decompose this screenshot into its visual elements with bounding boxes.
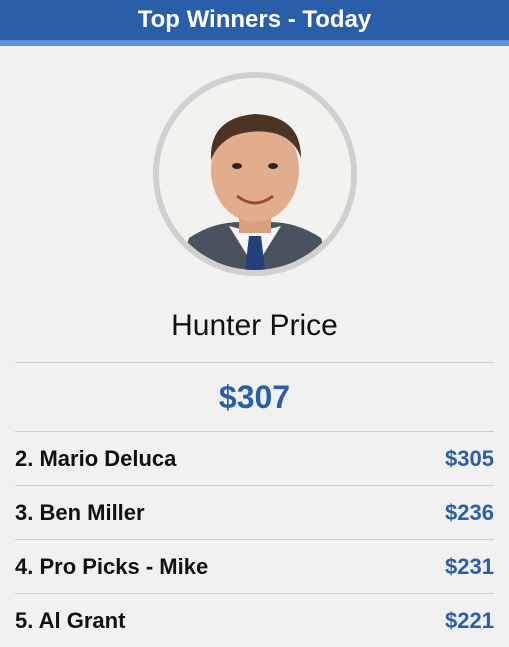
list-item[interactable]: 4. Pro Picks - Mike $231 xyxy=(15,539,494,593)
winner-name: Hunter Price xyxy=(171,309,338,342)
rank-amount: $305 xyxy=(445,445,494,471)
rank-amount: $236 xyxy=(445,499,494,525)
rank-amount: $221 xyxy=(445,607,494,633)
rankings-list: 2. Mario Deluca $305 3. Ben Miller $236 … xyxy=(0,431,509,647)
rank-name: 5. Al Grant xyxy=(15,607,126,633)
list-item[interactable]: 5. Al Grant $221 xyxy=(15,593,494,647)
rank-name: 3. Ben Miller xyxy=(15,499,145,525)
page-title: Top Winners - Today xyxy=(137,6,372,33)
winner-amount: $307 xyxy=(218,379,291,415)
rank-name: 2. Mario Deluca xyxy=(15,445,177,471)
list-item[interactable]: 2. Mario Deluca $305 xyxy=(15,431,494,485)
winner-photo xyxy=(158,78,351,270)
list-item[interactable]: 3. Ben Miller $236 xyxy=(15,485,494,539)
header-bar: Top Winners - Today xyxy=(0,0,509,46)
rank-amount: $231 xyxy=(445,553,494,579)
rank-name: 4. Pro Picks - Mike xyxy=(15,553,209,579)
avatar[interactable] xyxy=(158,78,351,270)
avatar-ring xyxy=(152,72,357,276)
